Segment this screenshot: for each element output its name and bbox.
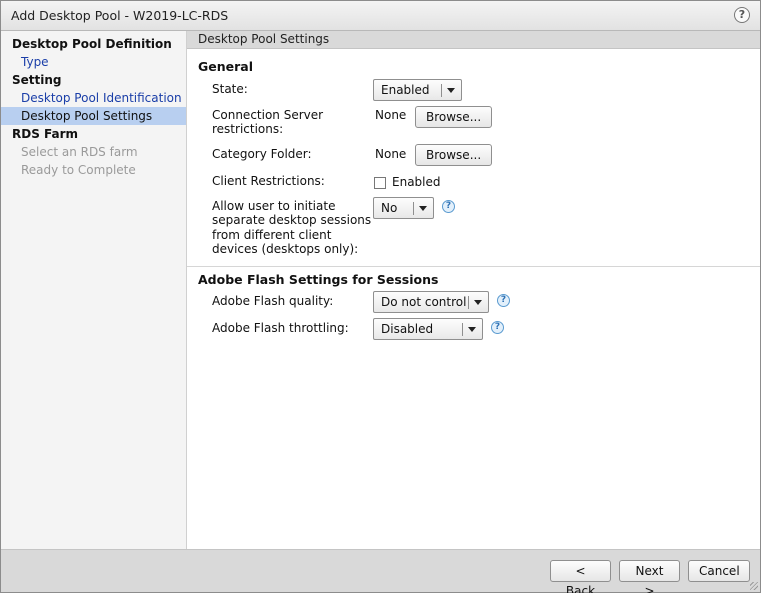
sidebar-item-type[interactable]: Type [1,53,186,71]
help-icon[interactable]: ? [497,294,510,307]
next-button[interactable]: Next > [619,560,680,593]
back-button[interactable]: < Back [550,560,611,593]
state-dropdown[interactable]: Enabled [373,79,462,101]
category-folder-browse-button[interactable]: Browse... [415,144,492,166]
sidebar-item-select-farm: Select an RDS farm [21,145,138,159]
category-folder-label: Category Folder: [212,147,312,161]
allow-sessions-label-line1: Allow user to initiate [212,199,336,213]
connection-server-label-line1: Connection Server [212,108,324,122]
flash-group-title: Adobe Flash Settings for Sessions [198,272,439,287]
help-icon[interactable]: ? [734,7,750,23]
state-dropdown-value: Enabled [381,83,430,97]
sidebar-heading-setting: Setting [12,73,62,87]
title-bar: Add Desktop Pool - W2019-LC-RDS ? [1,1,760,31]
flash-quality-label: Adobe Flash quality: [212,294,334,308]
wizard-footer: < Back Next > Cancel [1,549,760,593]
connection-server-value: None [375,108,407,122]
resize-grip-icon[interactable] [750,582,758,590]
sidebar-heading-rds-farm: RDS Farm [12,127,79,141]
help-icon[interactable]: ? [442,200,455,213]
flash-quality-dropdown-value: Do not control [381,295,467,309]
category-folder-value: None [375,147,407,161]
sidebar-item-identification[interactable]: Desktop Pool Identification [1,89,186,107]
general-group-title: General [198,59,253,74]
window-title: Add Desktop Pool - W2019-LC-RDS [11,8,229,23]
allow-sessions-dropdown[interactable]: No [373,197,434,219]
client-restrictions-checkbox-label: Enabled [392,175,441,189]
settings-panel: Desktop Pool Settings General State: Ena… [187,31,760,549]
state-label: State: [212,82,248,96]
client-restrictions-checkbox[interactable] [374,177,386,189]
chevron-down-icon [468,327,476,332]
sidebar-item-ready: Ready to Complete [21,163,136,177]
chevron-down-icon [447,88,455,93]
sidebar-item-pool-settings[interactable]: Desktop Pool Settings [1,107,186,125]
dialog-window: Add Desktop Pool - W2019-LC-RDS ? Deskto… [0,0,761,593]
allow-sessions-label-line2: separate desktop sessions [212,213,372,227]
allow-sessions-label-line4: devices (desktops only): [212,242,359,256]
chevron-down-icon [419,206,427,211]
flash-throttling-dropdown[interactable]: Disabled [373,318,483,340]
flash-quality-dropdown[interactable]: Do not control [373,291,489,313]
help-icon[interactable]: ? [491,321,504,334]
client-restrictions-label: Client Restrictions: [212,174,325,188]
connection-server-label-line2: restrictions: [212,122,284,136]
chevron-down-icon [474,300,482,305]
flash-throttling-dropdown-value: Disabled [381,322,434,336]
cancel-button[interactable]: Cancel [688,560,750,582]
sidebar-heading-definition: Desktop Pool Definition [12,37,172,51]
section-title: Desktop Pool Settings [187,31,760,49]
connection-server-browse-button[interactable]: Browse... [415,106,492,128]
flash-throttling-label: Adobe Flash throttling: [212,321,349,335]
wizard-sidebar: Desktop Pool Definition Type Setting Des… [1,31,187,549]
allow-sessions-dropdown-value: No [381,201,398,215]
section-divider [187,266,760,267]
allow-sessions-label-line3: from different client [212,228,332,242]
